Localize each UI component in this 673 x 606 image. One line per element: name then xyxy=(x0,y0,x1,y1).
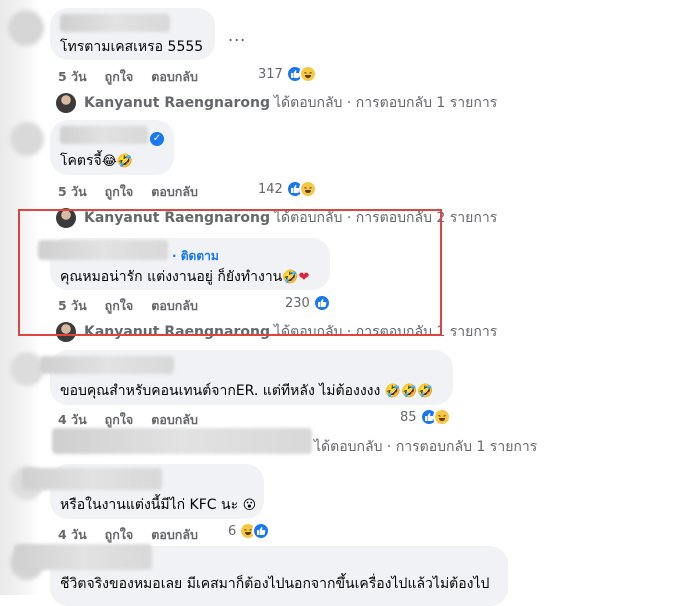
reply-summary[interactable]: ได้ตอบกลับ · การตอบกลับ 1 รายการ xyxy=(314,436,537,458)
reaction-summary[interactable]: 142 xyxy=(258,180,317,198)
reply-button[interactable]: ตอบกลับ xyxy=(151,410,198,430)
rofl-emoji-icon: 🤣 xyxy=(116,154,134,169)
rofl-emoji-icon: 🤣🤣🤣 xyxy=(384,384,434,399)
avatar[interactable] xyxy=(8,10,44,46)
more-options-button[interactable]: ... xyxy=(228,26,246,45)
like-button[interactable]: ถูกใจ xyxy=(105,410,134,430)
haha-icon xyxy=(298,180,317,198)
timestamp[interactable]: 5 วัน xyxy=(58,182,87,202)
haha-icon xyxy=(298,65,317,83)
commenter-name[interactable] xyxy=(60,14,170,32)
like-button[interactable]: ถูกใจ xyxy=(105,182,134,202)
reply-thread-link[interactable]: ได้ตอบกลับ · การตอบกลับ 1 รายการ xyxy=(314,436,537,458)
reply-button[interactable]: ตอบกลับ xyxy=(151,67,198,87)
reply-button[interactable]: ตอบกลับ xyxy=(151,525,198,545)
comment-text: ชีวิตจริงของหมอเลย มีเคสมาก็ต้องไปนอกจาก… xyxy=(60,576,490,592)
timestamp[interactable]: 4 วัน xyxy=(58,410,87,430)
like-button[interactable]: ถูกใจ xyxy=(105,67,134,87)
avatar xyxy=(56,93,76,113)
reaction-summary[interactable]: 317 xyxy=(258,65,317,83)
comment-text-value: ขอบคุณสำหรับคอนเทนต์จากER. แต่ทีหลัง ไม่… xyxy=(60,383,381,399)
reaction-count: 317 xyxy=(258,66,283,82)
comment-text: โคตรจี้😂🤣 xyxy=(60,150,133,172)
comment-meta: 4 วัน ถูกใจ ตอบกลับ xyxy=(58,410,198,430)
reaction-count: 6 xyxy=(228,523,237,539)
comment-meta: 5 วัน ถูกใจ ตอบกลับ xyxy=(58,67,198,87)
reaction-summary[interactable]: 85 xyxy=(400,408,451,426)
comment-text: ขอบคุณสำหรับคอนเทนต์จากER. แต่ทีหลัง ไม่… xyxy=(60,380,433,402)
comment-text-value: โคตรจี้ xyxy=(60,153,102,169)
haha-icon xyxy=(432,408,451,426)
comment-text: หรือในงานแต่งนี้มีไก่ KFC นะ 😮 xyxy=(60,494,256,516)
comment-text: โทรตามเคสเหรอ 5555 xyxy=(60,39,204,55)
surprised-emoji-icon: 😮 xyxy=(242,498,257,513)
commenter-name[interactable] xyxy=(14,544,152,570)
reaction-summary[interactable]: 6 xyxy=(228,522,271,540)
reply-author-blurred[interactable] xyxy=(52,428,312,454)
reply-button[interactable]: ตอบกลับ xyxy=(151,182,198,202)
avatar[interactable] xyxy=(10,352,44,386)
reply-author[interactable]: Kanyanut Raengnarong xyxy=(84,95,270,111)
avatar[interactable] xyxy=(10,122,44,156)
timestamp[interactable]: 4 วัน xyxy=(58,525,87,545)
commenter-name[interactable] xyxy=(60,126,148,144)
comment-meta: 5 วัน ถูกใจ ตอบกลับ xyxy=(58,182,198,202)
comment-text-value: หรือในงานแต่งนี้มีไก่ KFC นะ xyxy=(60,497,239,513)
highlight-box xyxy=(18,209,442,336)
like-icon xyxy=(252,522,271,540)
laughing-emoji-icon: 😂 xyxy=(101,154,117,169)
commenter-name[interactable] xyxy=(40,356,174,374)
comment-meta: 4 วัน ถูกใจ ตอบกลับ xyxy=(58,525,198,545)
reply-thread-link[interactable]: Kanyanut Raengnarong ได้ตอบกลับ · การตอบ… xyxy=(56,92,497,114)
reaction-count: 85 xyxy=(400,409,417,425)
commenter-name[interactable] xyxy=(22,468,162,490)
timestamp[interactable]: 5 วัน xyxy=(58,67,87,87)
verified-badge-icon: ✓ xyxy=(150,132,164,146)
like-button[interactable]: ถูกใจ xyxy=(105,525,134,545)
reaction-count: 142 xyxy=(258,181,283,197)
reply-summary[interactable]: ได้ตอบกลับ · การตอบกลับ 1 รายการ xyxy=(274,92,497,114)
